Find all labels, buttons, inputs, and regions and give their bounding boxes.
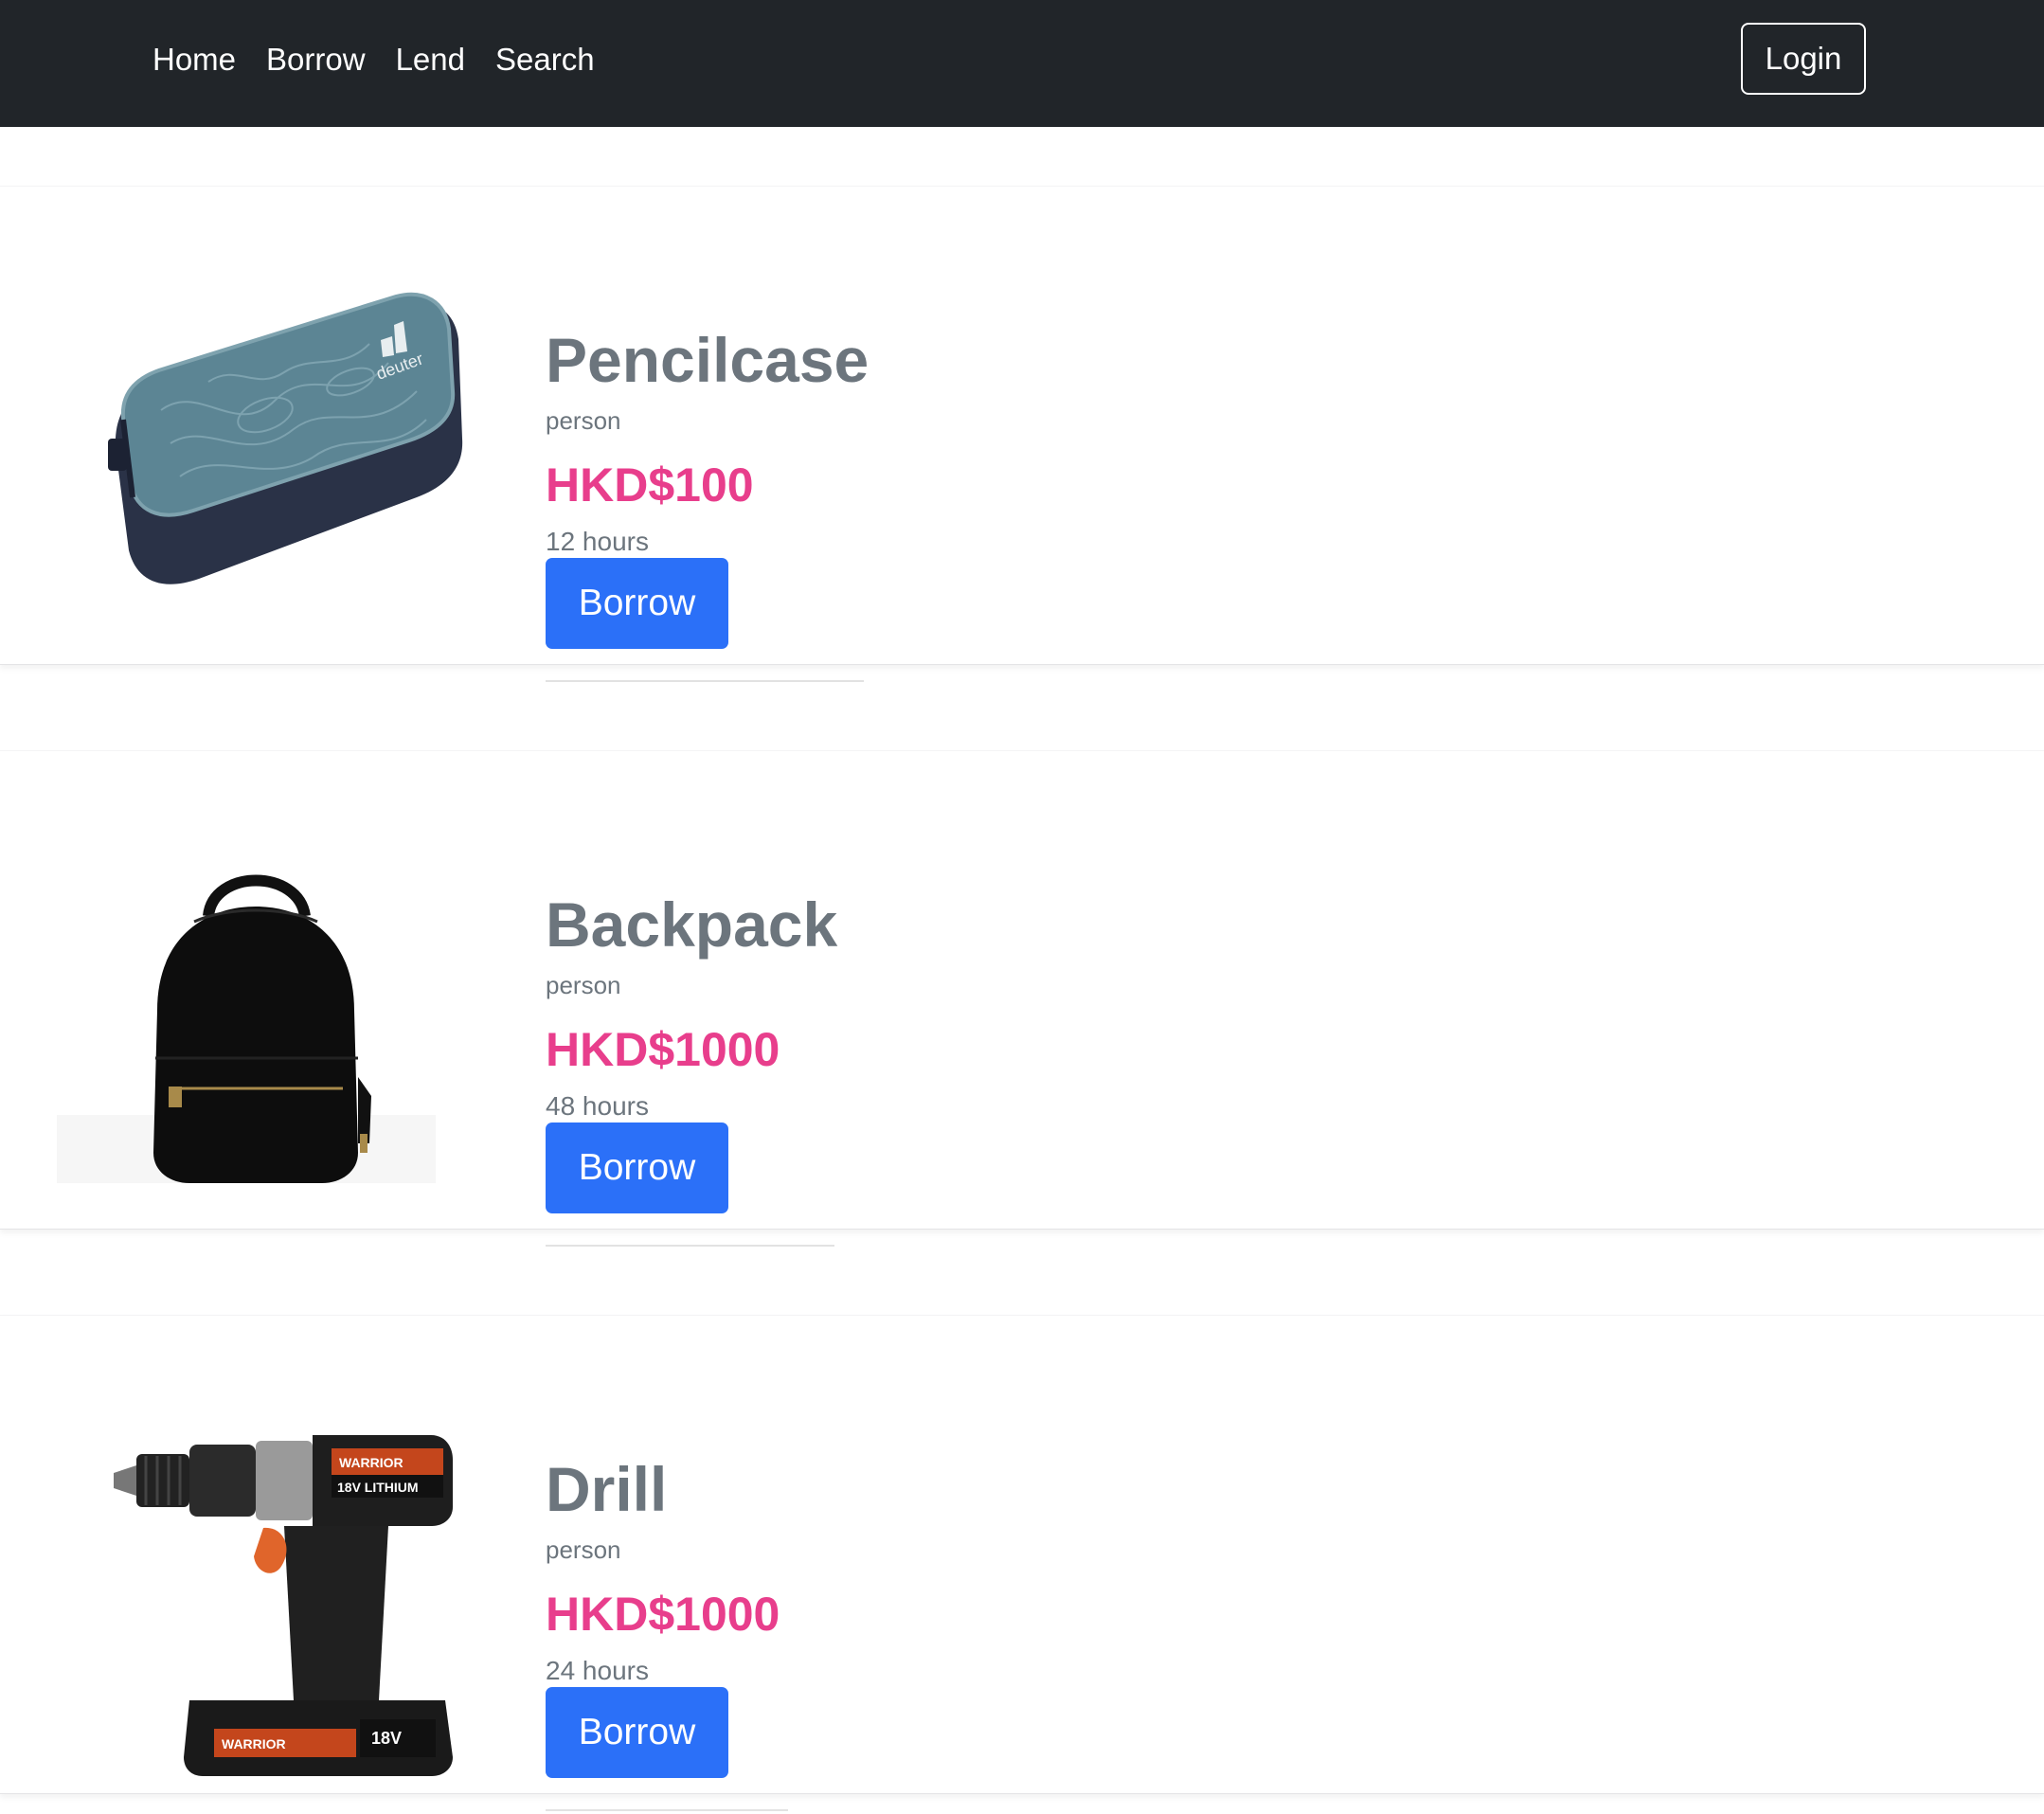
item-duration: 24 hours [546, 1656, 649, 1685]
svg-text:18V LITHIUM: 18V LITHIUM [337, 1480, 419, 1495]
item-owner: person [546, 1536, 621, 1564]
nav-link-lend[interactable]: Lend [396, 42, 465, 78]
pencilcase-image: deuter [95, 249, 493, 647]
nav-link-home[interactable]: Home [152, 42, 236, 78]
item-title: Drill [546, 1454, 668, 1524]
item-card-pencilcase: deuter Pencilcase person HKD$100 12 hour… [0, 186, 2044, 682]
item-price: HKD$100 [546, 458, 754, 512]
drill-illustration: WARRIOR 18V LITHIUM WARRIOR 18V [114, 1435, 453, 1776]
item-price: HKD$1000 [546, 1023, 780, 1076]
backpack-illustration [57, 874, 436, 1183]
drill-image: WARRIOR 18V LITHIUM WARRIOR 18V [104, 1416, 502, 1814]
borrow-button[interactable]: Borrow [546, 1687, 728, 1778]
nav-link-search[interactable]: Search [495, 42, 595, 78]
item-title: Pencilcase [546, 325, 870, 395]
item-divider [546, 680, 864, 682]
nav-links: Home Borrow Lend Search [152, 0, 595, 119]
login-button[interactable]: Login [1741, 23, 1866, 95]
borrow-button[interactable]: Borrow [546, 1123, 728, 1213]
item-card-drill: WARRIOR 18V LITHIUM WARRIOR 18V Drill pe… [0, 1315, 2044, 1811]
item-owner: person [546, 406, 621, 435]
svg-text:18V: 18V [371, 1729, 402, 1748]
svg-text:WARRIOR: WARRIOR [222, 1736, 286, 1751]
item-duration: 12 hours [546, 527, 649, 556]
borrow-button[interactable]: Borrow [546, 558, 728, 649]
pencilcase-illustration: deuter [108, 292, 463, 584]
nav-link-borrow[interactable]: Borrow [266, 42, 366, 78]
item-price: HKD$1000 [546, 1588, 780, 1641]
item-title: Backpack [546, 889, 838, 960]
item-divider [546, 1245, 834, 1247]
item-card-backpack: Backpack person HKD$1000 48 hours Borrow [0, 750, 2044, 1247]
svg-text:WARRIOR: WARRIOR [339, 1455, 403, 1470]
item-divider [546, 1809, 788, 1811]
top-navbar: Home Borrow Lend Search Login [0, 0, 2044, 127]
item-duration: 48 hours [546, 1091, 649, 1121]
backpack-image [57, 831, 455, 1229]
item-owner: person [546, 971, 621, 999]
